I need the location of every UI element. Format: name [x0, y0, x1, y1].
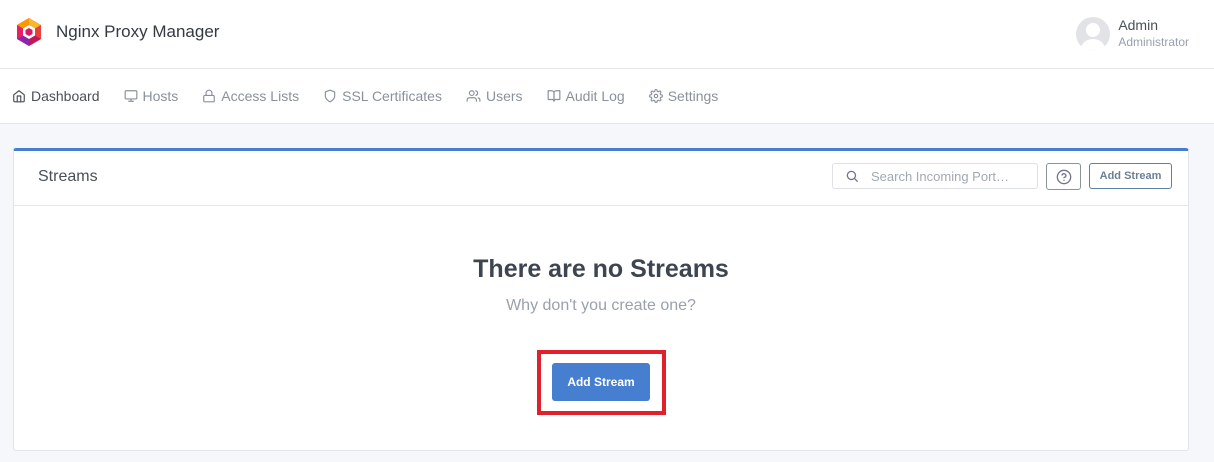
- nav-item-dashboard[interactable]: Dashboard: [12, 69, 100, 124]
- search-input[interactable]: [871, 168, 1031, 184]
- top-header: Nginx Proxy Manager Admin Administrator: [0, 0, 1214, 69]
- nav-item-label: Access Lists: [221, 88, 300, 104]
- user-menu[interactable]: Admin Administrator: [1076, 16, 1189, 51]
- main-nav: Dashboard Hosts Access Lists SSL Certifi…: [0, 69, 1214, 124]
- app-logo-icon: [17, 18, 41, 46]
- nav-item-ssl-certificates[interactable]: SSL Certificates: [323, 69, 442, 124]
- card-title: Streams: [38, 168, 98, 185]
- lock-icon: [203, 89, 216, 103]
- help-circle-icon: [1056, 169, 1071, 184]
- avatar: [1076, 16, 1111, 51]
- empty-state-title: There are no Streams: [473, 255, 729, 283]
- nav-item-settings[interactable]: Settings: [648, 69, 719, 124]
- shield-icon: [324, 89, 336, 103]
- empty-state-subtitle: Why don't you create one?: [506, 297, 696, 314]
- brand[interactable]: Nginx Proxy Manager: [14, 17, 219, 47]
- users-icon: [466, 90, 481, 102]
- user-role: Administrator: [1118, 35, 1189, 49]
- nav-item-hosts[interactable]: Hosts: [124, 69, 179, 124]
- user-name: Admin: [1118, 17, 1158, 33]
- nav-item-users[interactable]: Users: [466, 69, 523, 124]
- streams-card: Streams Add Stream There are no Streams …: [13, 148, 1189, 451]
- nav-item-label: Users: [485, 88, 523, 104]
- help-button[interactable]: [1046, 163, 1081, 190]
- add-stream-button[interactable]: Add Stream: [552, 363, 650, 401]
- book-open-icon: [547, 90, 560, 102]
- nav-item-label: Audit Log: [565, 88, 625, 104]
- home-icon: [13, 90, 25, 103]
- nav-item-label: Dashboard: [31, 88, 100, 104]
- gear-icon: [648, 89, 663, 103]
- nav-item-audit-log[interactable]: Audit Log: [547, 69, 625, 124]
- add-stream-header-button[interactable]: Add Stream: [1089, 163, 1172, 189]
- nav-item-label: Hosts: [142, 88, 179, 104]
- card-header: Streams Add Stream: [14, 151, 1188, 206]
- nav-item-label: SSL Certificates: [342, 88, 442, 104]
- nav-item-access-lists[interactable]: Access Lists: [202, 69, 299, 124]
- search-icon: [846, 170, 858, 182]
- monitor-icon: [124, 90, 137, 102]
- nav-item-label: Settings: [667, 88, 719, 104]
- search-box[interactable]: [832, 163, 1038, 189]
- user-avatar-icon: [1081, 22, 1106, 51]
- app-title: Nginx Proxy Manager: [56, 22, 220, 41]
